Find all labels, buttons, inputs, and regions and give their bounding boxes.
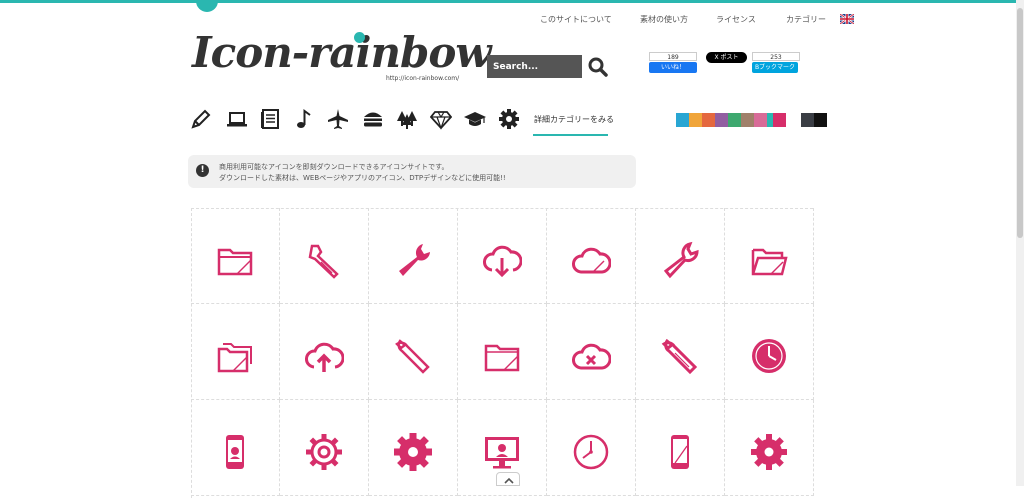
laptop-icon[interactable] [226,108,248,130]
color-swatch-purple[interactable] [715,113,728,127]
monitor-icon [485,437,519,469]
color-swatch-green[interactable] [728,113,741,127]
gear-icon[interactable] [498,108,520,130]
icon-grid-cell[interactable] [725,304,814,400]
airplane-icon[interactable] [327,108,349,130]
icon-grid-cell[interactable] [280,400,369,496]
facebook-count: 189 [649,52,697,61]
nav-how-to-use[interactable]: 素材の使い方 [640,14,688,25]
music-note-icon[interactable] [293,108,315,130]
pencil-icon[interactable] [190,108,212,130]
icon-grid-cell[interactable] [191,400,280,496]
spanner-icon [661,338,698,375]
icon-grid-cell[interactable] [369,208,458,304]
search-input[interactable] [487,55,582,78]
icon-grid-cell[interactable] [725,208,814,304]
nav-about[interactable]: このサイトについて [540,14,612,25]
icon-grid-cell[interactable] [458,304,547,400]
gear-icon [394,433,432,471]
adjustable-wrench-icon [308,244,339,279]
site-notice: ! 商用利用可能なアイコンを即刻ダウンロードできるアイコンサイトです。 ダウンロ… [188,155,636,188]
icon-grid-cell[interactable] [547,208,636,304]
cog-icon [751,434,787,470]
wrench-outline-icon [663,241,699,279]
color-swatch-black[interactable] [814,113,827,127]
smartphone-icon [226,435,244,469]
wrench-icon [399,244,430,276]
wrench-tool-icon [395,339,430,374]
icon-grid-cell[interactable] [280,208,369,304]
page-scrollbar[interactable] [1016,0,1024,486]
trees-icon[interactable] [396,108,418,130]
diamond-icon[interactable] [430,108,452,130]
icon-grid-cell[interactable] [636,304,725,400]
site-url: http://icon-rainbow.com/ [386,75,460,82]
hatena-bookmark-button[interactable]: Bブックマーク [752,62,798,73]
cloud-error-icon [572,343,611,370]
icon-grid-cell[interactable] [280,304,369,400]
icon-grid-cell[interactable] [725,400,814,496]
icon-grid-cell[interactable] [369,304,458,400]
top-accent-dot [196,0,218,12]
color-swatch-pink[interactable] [754,113,767,127]
info-icon: ! [196,164,209,177]
folder-outline-icon [484,344,520,372]
gear-outline-icon [306,434,342,470]
open-folder-icon [751,248,788,276]
color-swatch-blue[interactable] [676,113,689,127]
burger-icon[interactable] [362,108,384,130]
color-swatch-magenta[interactable] [773,113,786,127]
icon-grid-cell[interactable] [547,400,636,496]
cloud-upload-icon [305,342,344,372]
facebook-like-button[interactable]: いいね！ [649,62,697,73]
detail-category-underline [533,134,608,136]
mobile-phone-icon [671,435,689,469]
color-swatch-dark-gray[interactable] [801,113,814,127]
icon-grid-cell[interactable] [191,208,280,304]
clock-icon [752,339,786,373]
nav-category[interactable]: カテゴリー [786,14,826,25]
cloud-download-icon [483,245,522,278]
icon-grid-cell[interactable] [369,400,458,496]
color-swatch-orange[interactable] [689,113,702,127]
graduation-cap-icon[interactable] [464,108,486,130]
folders-icon [217,343,252,373]
icon-grid-cell[interactable] [458,208,547,304]
icon-grid [191,208,814,498]
site-logo[interactable]: Icon-rainbow [192,28,492,78]
detail-category-link[interactable]: 詳細カテゴリーをみる [534,114,614,125]
icon-grid-cell[interactable] [636,208,725,304]
nav-license[interactable]: ライセンス [716,14,756,25]
notice-line-1: 商用利用可能なアイコンを即刻ダウンロードできるアイコンサイトです。 [219,163,449,171]
search-icon[interactable] [587,56,609,78]
clock-outline-icon [573,434,609,470]
notice-line-2: ダウンロードした素材は、WEBページやアプリのアイコン、DTPデザインなどに使用… [219,174,506,182]
icon-grid-cell[interactable] [191,304,280,400]
x-post-button[interactable]: X ポスト [706,52,747,63]
color-swatch-red[interactable] [702,113,715,127]
document-icon[interactable] [259,108,281,130]
folder-icon [217,248,253,276]
icon-grid-cell[interactable] [547,304,636,400]
uk-flag-icon[interactable] [840,14,854,24]
cloud-icon [572,247,611,274]
color-swatch-brown[interactable] [741,113,754,127]
top-accent-bar [0,0,1024,3]
icon-grid-cell[interactable] [636,400,725,496]
logo-accent-dot [354,32,365,43]
scroll-top-button[interactable] [496,472,520,486]
hatena-count: 253 [752,52,800,61]
scrollbar-thumb[interactable] [1017,8,1023,238]
